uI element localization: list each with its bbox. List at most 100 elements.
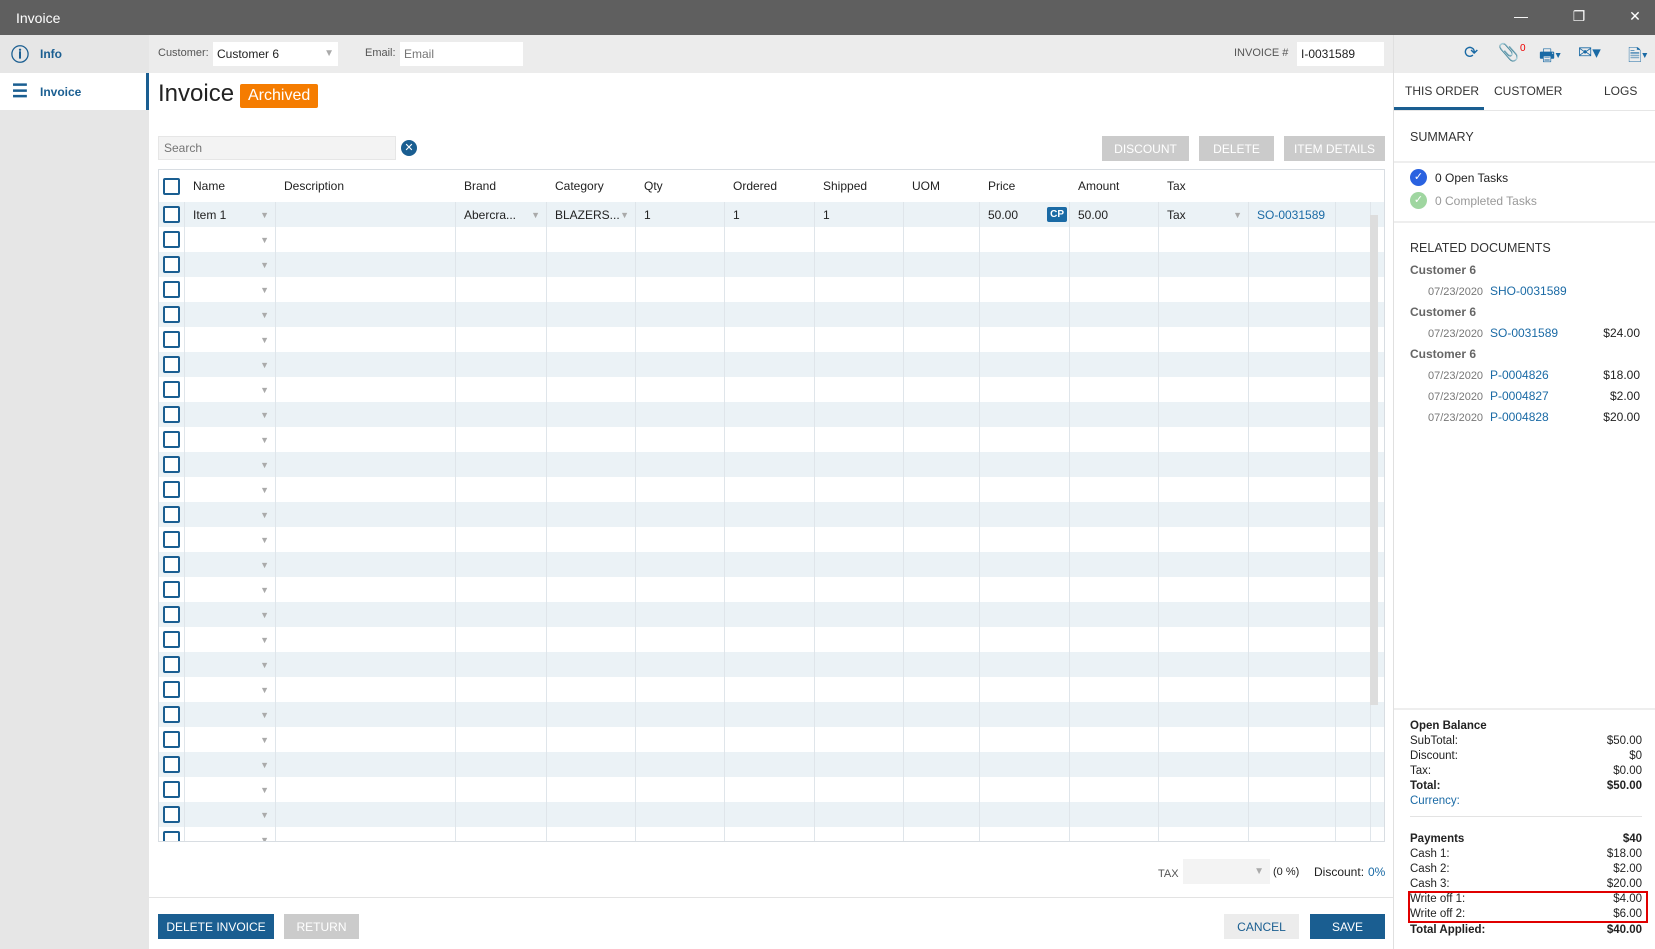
table-cell[interactable]	[636, 652, 725, 677]
return-button[interactable]: RETURN	[284, 914, 359, 939]
table-cell[interactable]	[276, 327, 456, 352]
table-cell[interactable]	[1159, 827, 1249, 841]
table-cell[interactable]	[1336, 777, 1371, 802]
table-cell[interactable]: ▼	[185, 677, 276, 702]
table-cell[interactable]	[815, 327, 904, 352]
table-cell[interactable]	[904, 577, 980, 602]
table-cell[interactable]	[980, 677, 1070, 702]
col-name[interactable]: Name	[185, 170, 276, 202]
table-cell[interactable]: ▼	[185, 752, 276, 777]
table-cell[interactable]	[456, 827, 547, 841]
table-cell[interactable]	[904, 727, 980, 752]
table-cell[interactable]	[276, 227, 456, 252]
table-cell[interactable]	[276, 827, 456, 841]
table-cell[interactable]	[636, 527, 725, 552]
row-checkbox[interactable]	[163, 381, 180, 398]
table-cell[interactable]	[725, 577, 815, 602]
table-cell[interactable]	[456, 777, 547, 802]
cancel-button[interactable]: CANCEL	[1224, 914, 1299, 939]
tax-select[interactable]: ▼	[1183, 859, 1270, 884]
table-cell[interactable]	[1159, 227, 1249, 252]
table-cell[interactable]	[1249, 702, 1336, 727]
table-cell[interactable]	[725, 552, 815, 577]
table-cell[interactable]	[980, 327, 1070, 352]
table-cell[interactable]	[159, 602, 185, 627]
table-cell[interactable]	[159, 427, 185, 452]
table-cell[interactable]	[276, 377, 456, 402]
table-row[interactable]: ▼	[159, 752, 1384, 777]
col-amount[interactable]: Amount	[1070, 170, 1159, 202]
row-checkbox[interactable]	[163, 356, 180, 373]
table-cell[interactable]	[456, 477, 547, 502]
table-cell[interactable]	[980, 552, 1070, 577]
col-price[interactable]: Price	[980, 170, 1070, 202]
table-cell[interactable]	[547, 277, 636, 302]
table-cell[interactable]	[276, 252, 456, 277]
table-row[interactable]: ▼	[159, 502, 1384, 527]
table-cell[interactable]	[815, 752, 904, 777]
table-cell[interactable]	[904, 652, 980, 677]
table-cell[interactable]	[636, 427, 725, 452]
table-cell[interactable]	[1070, 727, 1159, 752]
table-cell[interactable]	[980, 427, 1070, 452]
table-cell[interactable]	[636, 777, 725, 802]
table-cell[interactable]	[1070, 427, 1159, 452]
table-cell[interactable]	[1336, 802, 1371, 827]
table-cell[interactable]	[1336, 502, 1371, 527]
table-cell[interactable]	[725, 477, 815, 502]
table-cell[interactable]	[815, 627, 904, 652]
table-cell[interactable]	[636, 827, 725, 841]
table-cell[interactable]	[159, 577, 185, 602]
table-cell[interactable]	[159, 627, 185, 652]
table-cell[interactable]	[904, 477, 980, 502]
table-cell[interactable]	[456, 502, 547, 527]
table-row[interactable]: ▼	[159, 252, 1384, 277]
table-cell[interactable]	[980, 352, 1070, 377]
table-cell[interactable]	[904, 427, 980, 452]
table-cell[interactable]	[725, 527, 815, 552]
table-cell[interactable]	[1336, 452, 1371, 477]
currency-row[interactable]: Currency:	[1410, 795, 1642, 807]
table-cell[interactable]	[456, 227, 547, 252]
table-cell[interactable]	[276, 627, 456, 652]
table-cell[interactable]	[815, 427, 904, 452]
row-checkbox[interactable]	[163, 706, 180, 723]
table-cell[interactable]	[547, 552, 636, 577]
table-cell[interactable]	[1249, 627, 1336, 652]
table-cell[interactable]	[276, 352, 456, 377]
table-cell[interactable]	[815, 827, 904, 841]
table-cell[interactable]: ▼	[185, 302, 276, 327]
table-cell[interactable]	[725, 252, 815, 277]
table-cell[interactable]: ▼	[185, 402, 276, 427]
table-cell[interactable]: ▼	[185, 552, 276, 577]
table-cell[interactable]	[815, 477, 904, 502]
table-cell[interactable]: ▼	[185, 577, 276, 602]
open-tasks[interactable]: 0 Open Tasks	[1435, 171, 1508, 185]
table-cell[interactable]	[980, 477, 1070, 502]
table-cell[interactable]	[1249, 452, 1336, 477]
category-cell[interactable]: BLAZERS... ▼	[547, 202, 636, 227]
save-button[interactable]: SAVE	[1310, 914, 1385, 939]
table-cell[interactable]	[1159, 677, 1249, 702]
discount-button[interactable]: DISCOUNT	[1102, 136, 1189, 161]
brand-cell[interactable]: Abercra... ▼	[456, 202, 547, 227]
table-row[interactable]: ▼	[159, 652, 1384, 677]
table-cell[interactable]	[1159, 277, 1249, 302]
table-cell[interactable]	[725, 802, 815, 827]
table-cell[interactable]: ▼	[185, 827, 276, 841]
table-cell[interactable]	[815, 452, 904, 477]
row-checkbox[interactable]	[163, 656, 180, 673]
document-icon[interactable]: 🗎▾	[1628, 43, 1648, 72]
table-cell[interactable]	[1336, 827, 1371, 841]
table-cell[interactable]	[725, 602, 815, 627]
table-cell[interactable]	[904, 777, 980, 802]
table-cell[interactable]	[456, 727, 547, 752]
table-cell[interactable]	[159, 302, 185, 327]
completed-tasks[interactable]: 0 Completed Tasks	[1435, 194, 1537, 208]
col-qty[interactable]: Qty	[636, 170, 725, 202]
table-row[interactable]: ▼	[159, 402, 1384, 427]
table-cell[interactable]	[1336, 252, 1371, 277]
table-cell[interactable]	[456, 627, 547, 652]
table-cell[interactable]	[1070, 352, 1159, 377]
table-cell[interactable]	[904, 602, 980, 627]
